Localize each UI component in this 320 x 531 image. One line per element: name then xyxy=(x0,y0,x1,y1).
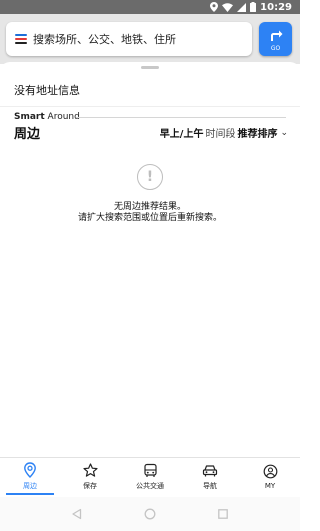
signal-icon xyxy=(237,2,247,12)
nav-item-nearby[interactable]: 周边 xyxy=(0,458,60,495)
system-nav-bar xyxy=(0,497,300,531)
star-icon xyxy=(82,462,98,478)
nav-item-transit[interactable]: 公共交通 xyxy=(120,458,180,495)
menu-icon[interactable] xyxy=(15,34,27,44)
address-notice: 没有地址信息 xyxy=(14,84,80,97)
search-placeholder[interactable]: 搜索场所、公交、地铁、住所 xyxy=(33,31,176,47)
route-arrow-icon xyxy=(269,26,283,45)
brand-divider xyxy=(76,117,286,118)
top-search-area: 搜索场所、公交、地铁、住所 GO xyxy=(0,14,300,64)
time-filter-suffix: 时间段 xyxy=(205,129,236,140)
search-box[interactable]: 搜索场所、公交、地铁、住所 xyxy=(6,22,252,56)
nav-label-nearby: 周边 xyxy=(23,482,37,490)
nav-item-saved[interactable]: 保存 xyxy=(60,458,120,495)
nav-item-navigation[interactable]: 导航 xyxy=(180,458,240,495)
time-filter[interactable]: 早上/上午 xyxy=(160,125,204,140)
location-pin-icon xyxy=(23,462,37,478)
nav-label-transit: 公共交通 xyxy=(136,481,164,490)
bottom-nav: 周边 保存 公共交通 导航 MY xyxy=(0,457,300,495)
bottom-sheet: 没有地址信息 Smart Around 周边 早上/上午 时间段 推荐排序 ⌄ … xyxy=(0,62,300,457)
nav-label-my: MY xyxy=(264,481,276,490)
sheet-drag-handle[interactable] xyxy=(141,66,159,69)
sort-dropdown[interactable]: 推荐排序 xyxy=(237,125,277,140)
wifi-icon xyxy=(222,2,234,12)
empty-message-line2: 请扩大搜索范围或位置后重新搜索。 xyxy=(77,213,222,223)
recents-icon[interactable] xyxy=(217,505,229,524)
brand-rest: Around xyxy=(44,112,80,122)
nearby-title: 周边 xyxy=(14,127,41,142)
route-button[interactable]: GO xyxy=(259,22,292,56)
status-bar: 10:29 xyxy=(0,0,300,14)
nav-label-navigation: 导航 xyxy=(203,481,217,490)
location-icon xyxy=(210,2,219,12)
user-icon xyxy=(263,464,278,479)
status-time: 10:29 xyxy=(260,1,292,13)
home-icon[interactable] xyxy=(144,505,156,524)
bus-icon xyxy=(143,463,158,478)
chevron-down-icon[interactable]: ⌄ xyxy=(280,128,288,138)
filter-bar: 早上/上午 时间段 推荐排序 ⌄ xyxy=(160,125,288,141)
nav-item-my[interactable]: MY xyxy=(240,458,300,495)
nav-label-saved: 保存 xyxy=(83,481,97,490)
brand-strong: Smart xyxy=(14,112,45,122)
exclamation-icon: ! xyxy=(137,164,163,190)
back-icon[interactable] xyxy=(71,505,83,524)
battery-icon xyxy=(250,2,257,12)
active-tab-indicator xyxy=(6,493,54,495)
divider xyxy=(0,106,300,107)
route-button-label: GO xyxy=(270,45,281,52)
car-icon xyxy=(202,463,218,478)
smart-around-brand: Smart Around xyxy=(14,112,80,122)
